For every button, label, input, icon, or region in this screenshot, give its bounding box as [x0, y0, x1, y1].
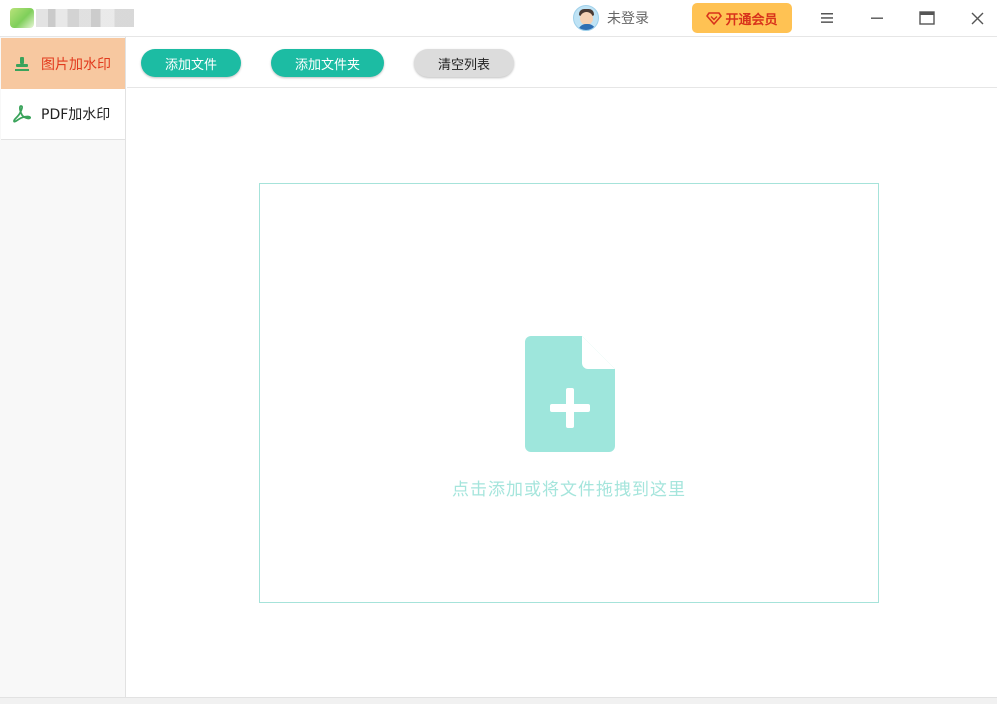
login-status-label[interactable]: 未登录 [607, 8, 649, 28]
status-bar [0, 697, 997, 704]
sidebar-item-label: 图片加水印 [41, 56, 111, 73]
minimize-button[interactable] [862, 4, 892, 32]
vip-button-label: 开通会员 [725, 12, 778, 28]
diamond-icon [706, 12, 723, 25]
sidebar-item-label: PDF加水印 [41, 107, 111, 123]
stamp-icon [12, 54, 32, 74]
file-drop-zone[interactable]: 点击添加或将文件拖拽到这里 [259, 183, 879, 603]
sidebar-item-pdf-watermark[interactable]: PDF加水印 [1, 89, 125, 140]
menu-button[interactable] [812, 4, 842, 32]
menu-icon [821, 13, 833, 23]
avatar-icon[interactable] [573, 5, 599, 31]
add-file-button[interactable]: 添加文件 [141, 49, 241, 77]
user-login[interactable]: 未登录 [573, 5, 649, 31]
add-file-icon[interactable] [525, 336, 615, 452]
app-window: 未登录 开通会员 图片加水印 PDF加水印 添加文件 添加文件夹 清空列表 点击… [0, 0, 997, 704]
pdf-icon [12, 104, 32, 124]
close-icon [971, 12, 983, 24]
close-button[interactable] [962, 4, 992, 32]
vip-button[interactable]: 开通会员 [692, 3, 792, 33]
app-title-blurred [36, 9, 134, 27]
maximize-button[interactable] [912, 4, 942, 32]
maximize-icon [919, 11, 935, 25]
add-folder-button[interactable]: 添加文件夹 [271, 49, 384, 77]
title-bar: 未登录 开通会员 [0, 0, 997, 37]
drop-hint-text: 点击添加或将文件拖拽到这里 [452, 480, 686, 500]
clear-list-button[interactable]: 清空列表 [414, 49, 514, 77]
app-logo [10, 8, 34, 28]
sidebar-item-image-watermark[interactable]: 图片加水印 [1, 38, 125, 89]
toolbar: 添加文件 添加文件夹 清空列表 [127, 37, 997, 88]
sidebar: 图片加水印 PDF加水印 [0, 37, 126, 697]
minimize-icon [871, 17, 883, 19]
